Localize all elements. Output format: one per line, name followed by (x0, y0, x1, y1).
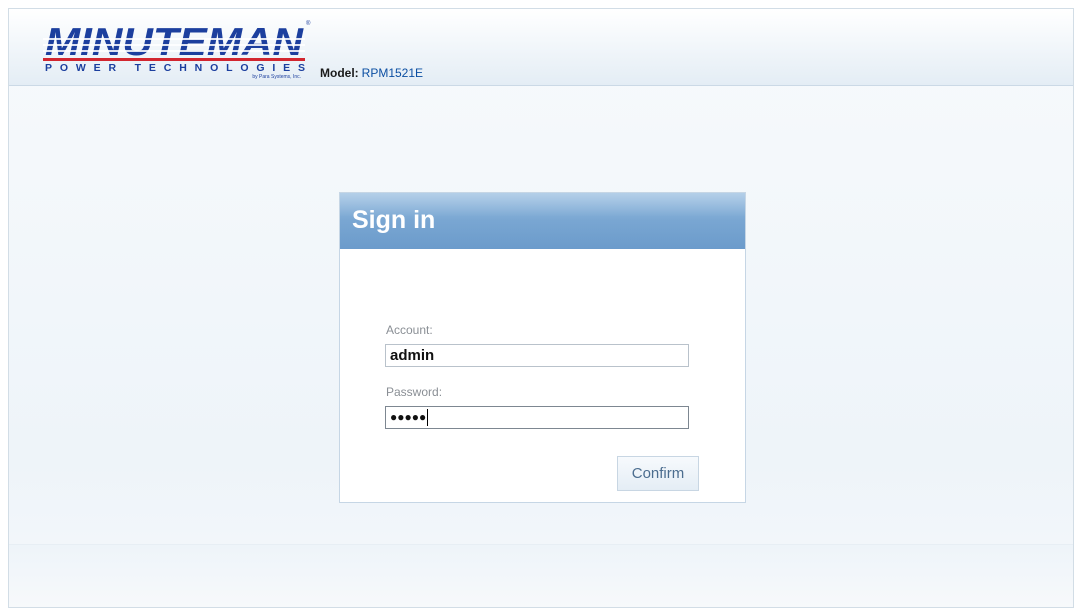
model-label: Model: (320, 66, 359, 80)
svg-text:®: ® (306, 20, 311, 27)
model-info: Model: RPM1521E (320, 66, 423, 80)
signin-header: Sign in (340, 193, 745, 249)
password-input-value: ●●●●● (390, 410, 427, 424)
password-label: Password: (386, 385, 443, 399)
minuteman-logo-image: MINUTEMAN POWER TECHNOLOGIES by Para Sys… (43, 20, 311, 79)
logo-red-rule (43, 58, 305, 61)
password-input[interactable]: ●●●●● (385, 406, 689, 429)
account-input[interactable]: admin (385, 344, 689, 367)
footer-band (9, 544, 1073, 607)
confirm-button[interactable]: Confirm (617, 456, 699, 491)
account-label: Account: (386, 323, 433, 337)
text-caret (427, 409, 429, 427)
header-bar: MINUTEMAN POWER TECHNOLOGIES by Para Sys… (9, 9, 1073, 86)
signin-panel: Sign in Account: admin Password: ●●●●● C… (339, 192, 746, 503)
logo-subtag-text: by Para Systems, Inc. (252, 74, 301, 79)
minuteman-logo[interactable]: MINUTEMAN POWER TECHNOLOGIES by Para Sys… (43, 15, 311, 79)
page-frame: MINUTEMAN POWER TECHNOLOGIES by Para Sys… (8, 8, 1074, 608)
signin-title: Sign in (352, 206, 436, 234)
logo-brand-text: MINUTEMAN (45, 21, 304, 64)
account-input-value: admin (390, 347, 435, 364)
model-value: RPM1521E (361, 66, 424, 80)
